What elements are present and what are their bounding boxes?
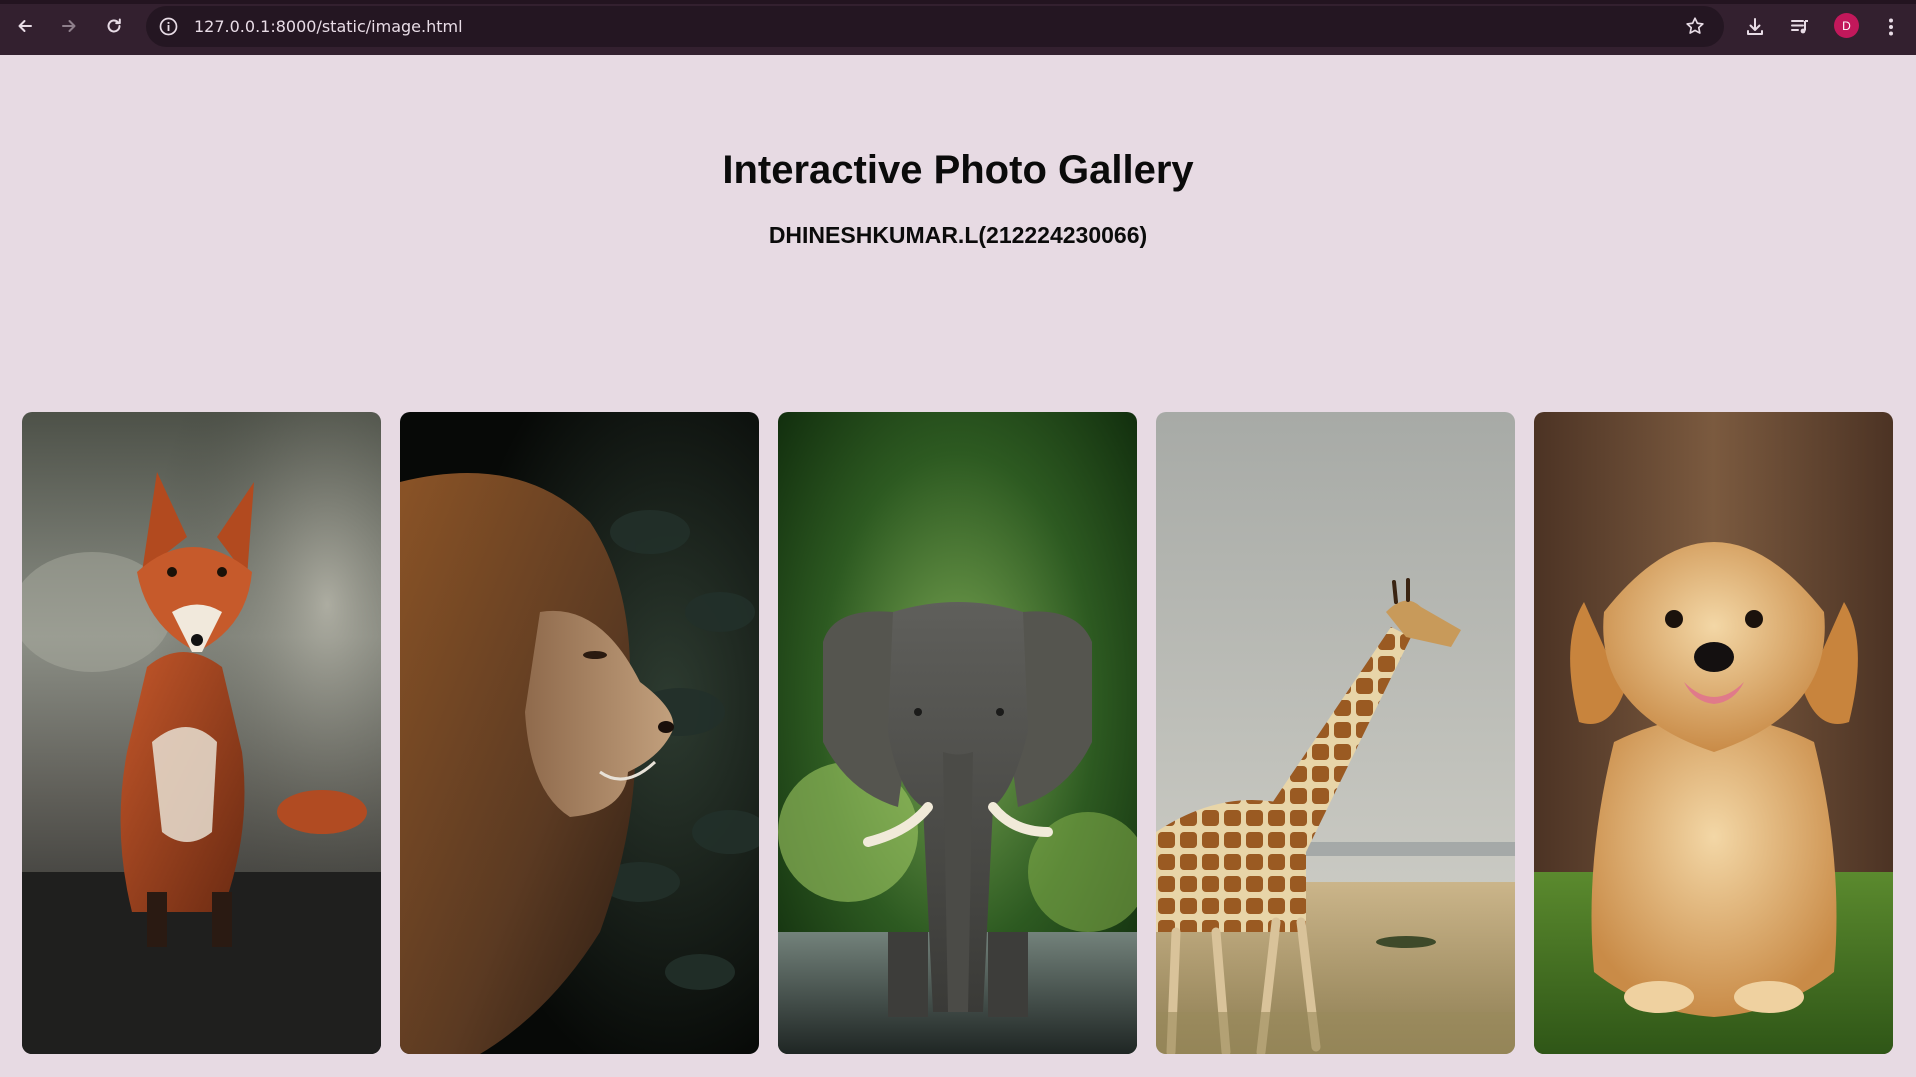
downloads-button[interactable] [1740, 12, 1770, 42]
giraffe-image [1156, 412, 1515, 1054]
elephant-image [778, 412, 1137, 1054]
reload-button[interactable] [100, 12, 128, 40]
site-info-icon[interactable] [158, 16, 179, 37]
media-queue-icon [1791, 20, 1808, 34]
photo-fox[interactable] [22, 412, 381, 1054]
browser-menu-button[interactable] [1876, 12, 1906, 42]
bookmark-star-icon[interactable] [1684, 15, 1706, 37]
tab-strip-edge [0, 0, 1916, 4]
url-text[interactable]: 127.0.0.1:8000/static/image.html [194, 17, 463, 36]
photo-lion[interactable] [400, 412, 759, 1054]
back-button[interactable] [11, 12, 39, 40]
photo-gallery [22, 412, 1894, 1054]
download-icon [1747, 18, 1763, 35]
page-subtitle: DHINESHKUMAR.L(212224230066) [768, 222, 1148, 248]
media-controls-button[interactable] [1785, 12, 1815, 42]
fox-image [22, 412, 381, 1054]
lion-image [400, 412, 759, 1054]
menu-dots-icon [1889, 18, 1893, 36]
back-icon [18, 20, 32, 32]
address-bar[interactable]: 127.0.0.1:8000/static/image.html [146, 6, 1724, 47]
browser-toolbar: 127.0.0.1:8000/static/image.html D [0, 0, 1916, 55]
profile-avatar[interactable]: D [1834, 13, 1859, 38]
puppy-image [1534, 412, 1893, 1054]
page-title: Interactive Photo Gallery [722, 148, 1194, 192]
reload-icon [107, 18, 121, 33]
forward-button[interactable] [55, 12, 83, 40]
photo-giraffe[interactable] [1156, 412, 1515, 1054]
photo-elephant[interactable] [778, 412, 1137, 1054]
photo-puppy[interactable] [1534, 412, 1893, 1054]
forward-icon [62, 20, 76, 32]
